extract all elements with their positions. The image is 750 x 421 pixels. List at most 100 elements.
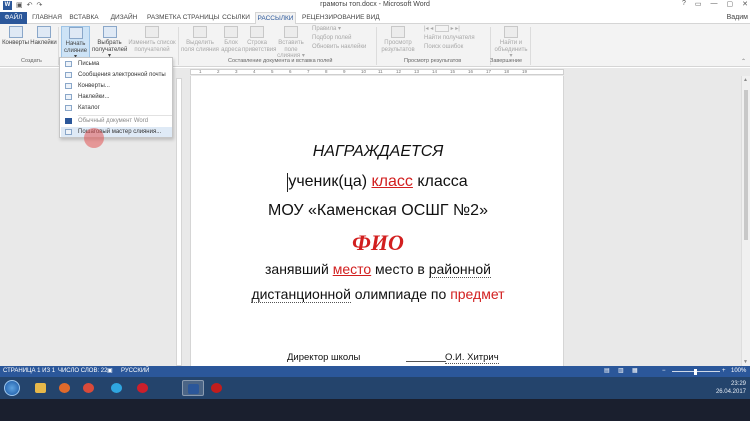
group-separator (178, 27, 179, 65)
menu-item-letters[interactable]: Письма (61, 59, 172, 69)
windows-taskbar: 23:29 26.04.2017 (0, 377, 750, 421)
scroll-up-icon[interactable]: ▲ (743, 77, 748, 83)
greeting-line-button[interactable]: Строка приветствия (242, 26, 276, 53)
system-tray[interactable]: 23:29 26.04.2017 (716, 380, 746, 396)
menu-item-directory[interactable]: Каталог (61, 103, 172, 113)
document-page[interactable]: НАГРАЖДАЕТСЯ ученик(ца) класс класса МОУ… (190, 76, 564, 366)
labels-button[interactable]: Наклейки (30, 26, 57, 47)
vertical-scrollbar[interactable]: ▲ ▼ (741, 76, 750, 366)
horizontal-ruler[interactable]: 1 2 3 4 5 6 7 8 9 10 11 12 13 14 15 16 1… (190, 69, 564, 75)
web-layout-icon[interactable]: ▦ (632, 366, 638, 377)
tab-insert[interactable]: ВСТАВКА (66, 12, 102, 24)
taskbar-app-chrome[interactable] (78, 380, 100, 396)
help-button[interactable]: ? (682, 0, 686, 8)
finish-merge-button[interactable]: Найти и объединить ▾ (494, 26, 528, 60)
first-record-icon[interactable]: |◂ (424, 26, 429, 32)
envelopes-button[interactable]: Конверты (2, 26, 29, 47)
close-button[interactable]: ✕ (742, 0, 748, 8)
start-button[interactable] (4, 380, 20, 396)
merge-field-fio: ФИО (352, 230, 404, 255)
folder-icon (35, 383, 46, 393)
start-mail-merge-button[interactable]: Начать слияние ▾ (61, 26, 90, 60)
preview-icon (391, 26, 405, 38)
record-number-field[interactable] (434, 25, 449, 32)
scroll-down-icon[interactable]: ▼ (743, 359, 748, 365)
rules-button[interactable]: Правила ▾ (312, 25, 341, 34)
recipients-icon (102, 26, 117, 38)
taskbar-app-opera[interactable] (132, 380, 154, 396)
tab-file[interactable]: ФАЙЛ (0, 12, 27, 24)
merge-field-class: класс (371, 173, 413, 190)
signed-in-user[interactable]: Вадим (727, 12, 748, 24)
menu-item-email[interactable]: Сообщения электронной почты (61, 70, 172, 80)
wizard-icon (65, 129, 72, 135)
check-errors-button[interactable]: Поиск ошибок (424, 43, 463, 52)
previous-record-icon[interactable]: ◂ (430, 26, 433, 32)
menu-item-normal-word-document[interactable]: Обычный документ Word (61, 116, 172, 126)
last-record-icon[interactable]: ▸| (455, 26, 460, 32)
scrollbar-thumb[interactable] (744, 90, 748, 240)
opera-icon (137, 383, 148, 393)
taskbar-app-recorder[interactable] (206, 380, 228, 396)
record-navigation: |◂ ◂ ▸ ▸| (424, 25, 460, 34)
taskbar-app-skype[interactable] (106, 380, 128, 396)
group-separator (530, 27, 531, 65)
preview-results-button[interactable]: Просмотр результатов (380, 26, 416, 53)
chrome-icon (83, 383, 94, 393)
language[interactable]: РУССКИЙ (121, 366, 149, 377)
group-label-create: Создать (21, 58, 42, 64)
tab-design[interactable]: ДИЗАЙН (110, 12, 138, 24)
status-bar: СТРАНИЦА 1 ИЗ 1 ЧИСЛО СЛОВ: 22 ▣ РУССКИЙ… (0, 366, 750, 377)
tab-view[interactable]: ВИД (364, 12, 382, 24)
letter-icon (65, 61, 72, 67)
edit-recipient-list-button[interactable]: Изменить список получателей (128, 26, 176, 53)
find-recipient-button[interactable]: Найти получателя (424, 34, 475, 43)
highlight-icon (193, 26, 207, 38)
collapse-ribbon-icon[interactable]: ⌃ (741, 58, 746, 65)
select-recipients-button[interactable]: Выбрать получателей ▾ (92, 26, 127, 60)
tab-home[interactable]: ГЛАВНАЯ (31, 12, 63, 24)
tab-page-layout[interactable]: РАЗМЕТКА СТРАНИЦЫ (147, 12, 219, 24)
maximize-button[interactable]: ▢ (727, 0, 734, 8)
directory-icon (65, 105, 72, 111)
click-indicator (84, 128, 104, 148)
taskbar-app-explorer[interactable] (30, 380, 52, 396)
zoom-level[interactable]: 100% (731, 366, 746, 377)
window-title: грамоты топ.docx - Microsoft Word (320, 1, 430, 8)
record-icon (211, 383, 222, 393)
zoom-slider-thumb[interactable] (694, 369, 697, 375)
minimize-button[interactable]: — (711, 0, 718, 8)
taskbar-app-media[interactable] (54, 380, 76, 396)
word-count[interactable]: ЧИСЛО СЛОВ: 22 (58, 366, 107, 377)
window-controls: ? ▭ — ▢ ✕ (682, 0, 748, 8)
next-record-icon[interactable]: ▸ (451, 26, 454, 32)
tab-review[interactable]: РЕЦЕНЗИРОВАНИЕ (302, 12, 365, 24)
highlight-merge-fields-button[interactable]: Выделить поля слияния (180, 26, 220, 53)
zoom-out-icon[interactable]: − (662, 366, 666, 377)
ribbon-display-button[interactable]: ▭ (695, 0, 702, 8)
page-count[interactable]: СТРАНИЦА 1 ИЗ 1 (3, 366, 55, 377)
label-icon (65, 94, 72, 100)
word-document-icon (65, 118, 72, 124)
group-label-finish: Завершение (490, 58, 522, 64)
proofing-icon[interactable]: ▣ (107, 366, 113, 377)
menu-item-envelopes[interactable]: Конверты... (61, 81, 172, 91)
match-fields-button[interactable]: Подбор полей (312, 34, 351, 43)
print-layout-icon[interactable]: ▥ (618, 366, 624, 377)
tab-mailings[interactable]: РАССЫЛКИ (255, 12, 296, 24)
menu-item-mail-merge-wizard[interactable]: Пошаговый мастер слияния... (61, 127, 172, 137)
clock-time: 23:29 (730, 381, 746, 387)
insert-merge-field-button[interactable]: Вставить поле слияния ▾ (272, 26, 310, 60)
read-mode-icon[interactable]: ▤ (604, 366, 610, 377)
address-block-button[interactable]: Блок адреса (220, 26, 242, 53)
menu-item-labels[interactable]: Наклейки... (61, 92, 172, 102)
document-merge-icon (68, 27, 83, 39)
skype-icon (111, 383, 122, 393)
greeting-icon (250, 26, 264, 38)
vertical-ruler[interactable] (176, 78, 182, 366)
word-icon (188, 384, 199, 394)
update-labels-button[interactable]: Обновить наклейки (312, 43, 366, 52)
tab-references[interactable]: ССЫЛКИ (222, 12, 250, 24)
taskbar-app-word[interactable] (182, 380, 204, 396)
zoom-in-icon[interactable]: + (722, 366, 726, 377)
